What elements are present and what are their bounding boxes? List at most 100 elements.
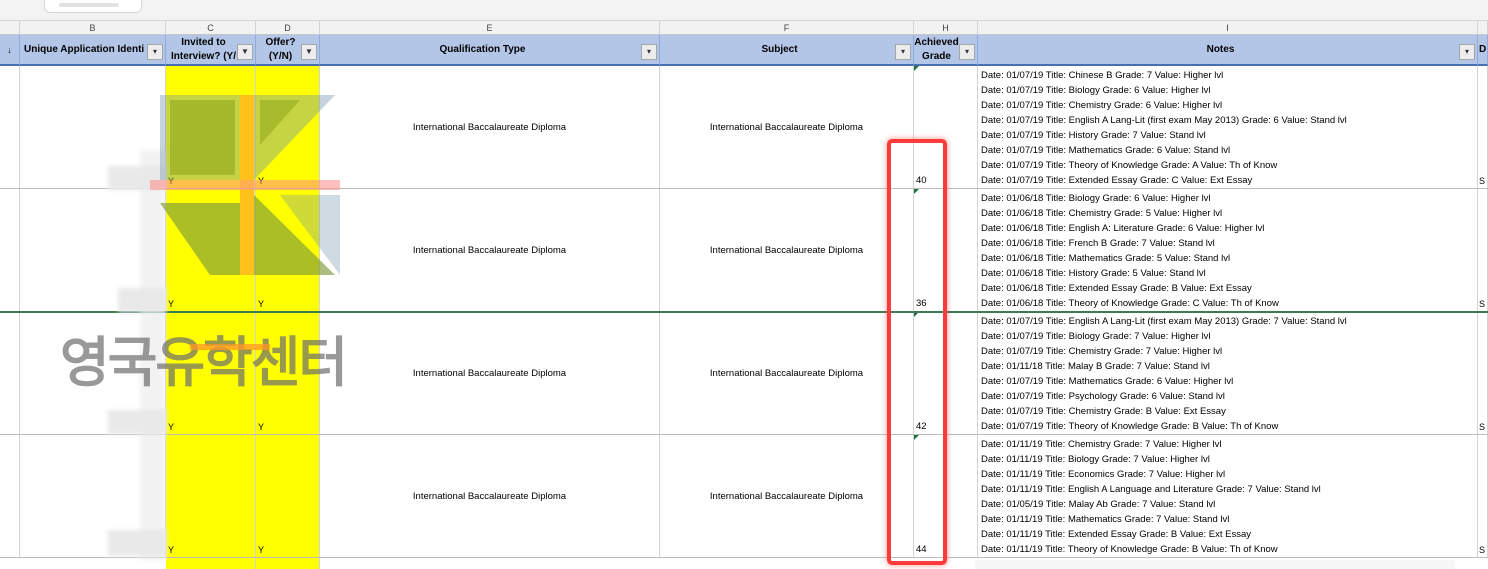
invited-cell[interactable]: Y — [166, 435, 256, 558]
dropdown-arrow-icon[interactable]: ▾ — [1459, 44, 1475, 60]
cell-value: International Baccalaureate Diploma — [709, 367, 864, 379]
note-line: Date: 01/06/18 Title: Biology Grade: 6 V… — [981, 193, 1211, 204]
note-line: Date: 01/07/19 Title: Mathematics Grade:… — [981, 145, 1231, 156]
header-label: Unique Application Identi — [24, 43, 145, 55]
row-divider — [0, 434, 1488, 435]
extra-cell[interactable]: S — [1478, 66, 1488, 189]
subject-cell[interactable]: International Baccalaureate Diploma — [660, 435, 914, 558]
column-header-h[interactable]: H — [914, 21, 978, 35]
note-line: Date: 01/07/19 Title: Chemistry Grade: 6… — [981, 100, 1223, 111]
header-invited-to-interview: Invited to Interview? (Y/ ▼ — [166, 35, 256, 66]
row-divider — [0, 557, 1488, 558]
dropdown-arrow-icon[interactable]: ▾ — [895, 44, 911, 60]
notes-cell[interactable]: Date: 01/07/19 Title: Chinese B Grade: 7… — [978, 66, 1478, 189]
header-subject: Subject ▾ — [660, 35, 914, 66]
cell-value: S — [1479, 299, 1486, 309]
note-line: Date: 01/07/19 Title: Chinese B Grade: 7… — [981, 70, 1224, 81]
column-header-e[interactable]: E — [320, 21, 660, 35]
extra-cell[interactable]: S — [1478, 435, 1488, 558]
cell-value: Y — [168, 545, 175, 555]
annotation-highlight-box — [887, 139, 947, 565]
note-line: Date: 01/07/19 Title: Chemistry Grade: 7… — [981, 346, 1223, 357]
note-line: Date: 01/11/19 Title: Biology Grade: 7 V… — [981, 454, 1210, 465]
sheet-top-strip — [0, 0, 1488, 21]
notes-cell[interactable]: Date: 01/07/19 Title: English A Lang-Lit… — [978, 312, 1478, 435]
row-number-cell[interactable] — [0, 66, 20, 189]
cell-value: S — [1479, 545, 1486, 555]
offer-cell[interactable] — [256, 558, 320, 569]
header-qualification-type: Qualification Type ▾ — [320, 35, 660, 66]
note-line: Date: 01/07/19 Title: Theory of Knowledg… — [981, 160, 1278, 171]
column-header-f[interactable]: F — [660, 21, 914, 35]
cell-value: International Baccalaureate Diploma — [709, 244, 864, 256]
cell-value: Y — [258, 299, 265, 309]
qualification-cell[interactable]: International Baccalaureate Diploma — [320, 189, 660, 312]
watermark-logo — [150, 95, 340, 275]
cell-value: International Baccalaureate Diploma — [412, 367, 567, 379]
cell-value: International Baccalaureate Diploma — [709, 490, 864, 502]
note-line: Date: 01/07/19 Title: History Grade: 7 V… — [981, 130, 1206, 141]
note-line: Date: 01/05/19 Title: Malay Ab Grade: 7 … — [981, 499, 1216, 510]
note-line: Date: 01/11/19 Title: English A Language… — [981, 484, 1321, 495]
note-line: Date: 01/11/19 Title: Chemistry Grade: 7… — [981, 439, 1222, 450]
header-label: Subject — [761, 43, 798, 55]
column-header-j[interactable] — [1478, 21, 1488, 35]
subject-cell[interactable]: International Baccalaureate Diploma — [660, 189, 914, 312]
notes-cell[interactable]: Date: 01/11/19 Title: Chemistry Grade: 7… — [978, 435, 1478, 558]
header-notes: Notes ▾ — [978, 35, 1478, 66]
qualification-cell[interactable]: International Baccalaureate Diploma — [320, 312, 660, 435]
header-sort-cell[interactable]: ↓ — [0, 35, 20, 66]
header-label: Notes — [1206, 43, 1235, 55]
note-line: Date: 01/11/19 Title: Extended Essay Gra… — [981, 529, 1252, 540]
note-line: Date: 01/06/18 Title: English A: Literat… — [981, 223, 1265, 234]
cell-value: International Baccalaureate Diploma — [709, 121, 864, 133]
subject-cell[interactable]: International Baccalaureate Diploma — [660, 66, 914, 189]
comment-indicator-icon — [914, 66, 919, 71]
header-unique-application-id: Unique Application Identi ▾ — [20, 35, 166, 66]
extra-cell[interactable]: S — [1478, 189, 1488, 312]
column-header-a[interactable] — [0, 21, 20, 35]
note-line: Date: 01/06/18 Title: French B Grade: 7 … — [981, 238, 1215, 249]
header-achieved-grade: Achieved Grade ▾ — [914, 35, 978, 66]
column-header-i[interactable]: I — [978, 21, 1478, 35]
note-line: Date: 01/07/19 Title: Theory of Knowledg… — [981, 421, 1279, 432]
filter-funnel-icon[interactable]: ▼ — [237, 44, 253, 60]
note-line: Date: 01/11/19 Title: Theory of Knowledg… — [981, 544, 1278, 555]
invited-cell[interactable] — [166, 558, 256, 569]
subject-cell[interactable]: International Baccalaureate Diploma — [660, 312, 914, 435]
column-header-b[interactable]: B — [20, 21, 166, 35]
header-label: D — [1479, 43, 1487, 55]
watermark-bar — [190, 344, 270, 350]
column-header-c[interactable]: C — [166, 21, 256, 35]
note-line: Date: 01/11/19 Title: Mathematics Grade:… — [981, 514, 1230, 525]
row-number-cell[interactable] — [0, 435, 20, 558]
clipped-note-line — [975, 560, 1455, 569]
header-offer: Offer? (Y/N) ▼ — [256, 35, 320, 66]
row-number-cell[interactable] — [0, 189, 20, 312]
qualification-cell[interactable]: International Baccalaureate Diploma — [320, 66, 660, 189]
cell-value: S — [1479, 176, 1486, 186]
header-label: Qualification Type — [439, 43, 526, 55]
note-line: Date: 01/06/18 Title: Mathematics Grade:… — [981, 253, 1231, 264]
dropdown-arrow-icon[interactable]: ▾ — [147, 44, 163, 60]
note-line: Date: 01/07/19 Title: English A Lang-Lit… — [981, 115, 1347, 126]
column-header-d[interactable]: D — [256, 21, 320, 35]
note-line: Date: 01/06/18 Title: Chemistry Grade: 5… — [981, 208, 1223, 219]
sort-arrow-icon: ↓ — [7, 44, 12, 55]
cell-value: Y — [168, 299, 175, 309]
note-line: Date: 01/06/18 Title: Theory of Knowledg… — [981, 298, 1279, 309]
row-number-cell[interactable] — [0, 312, 20, 435]
extra-cell[interactable]: S — [1478, 312, 1488, 435]
sheet-tab[interactable] — [44, 0, 142, 13]
note-line: Date: 01/07/19 Title: Biology Grade: 7 V… — [981, 331, 1211, 342]
dropdown-arrow-icon[interactable]: ▾ — [959, 44, 975, 60]
note-line: Date: 01/07/19 Title: Chemistry Grade: B… — [981, 406, 1226, 417]
note-line: Date: 01/07/19 Title: Extended Essay Gra… — [981, 175, 1253, 186]
filter-funnel-icon[interactable]: ▼ — [301, 44, 317, 60]
notes-cell[interactable]: Date: 01/06/18 Title: Biology Grade: 6 V… — [978, 189, 1478, 312]
offer-cell[interactable]: Y — [256, 435, 320, 558]
row-divider — [0, 311, 1488, 313]
note-line: Date: 01/07/19 Title: Mathematics Grade:… — [981, 376, 1234, 387]
qualification-cell[interactable]: International Baccalaureate Diploma — [320, 435, 660, 558]
dropdown-arrow-icon[interactable]: ▾ — [641, 44, 657, 60]
